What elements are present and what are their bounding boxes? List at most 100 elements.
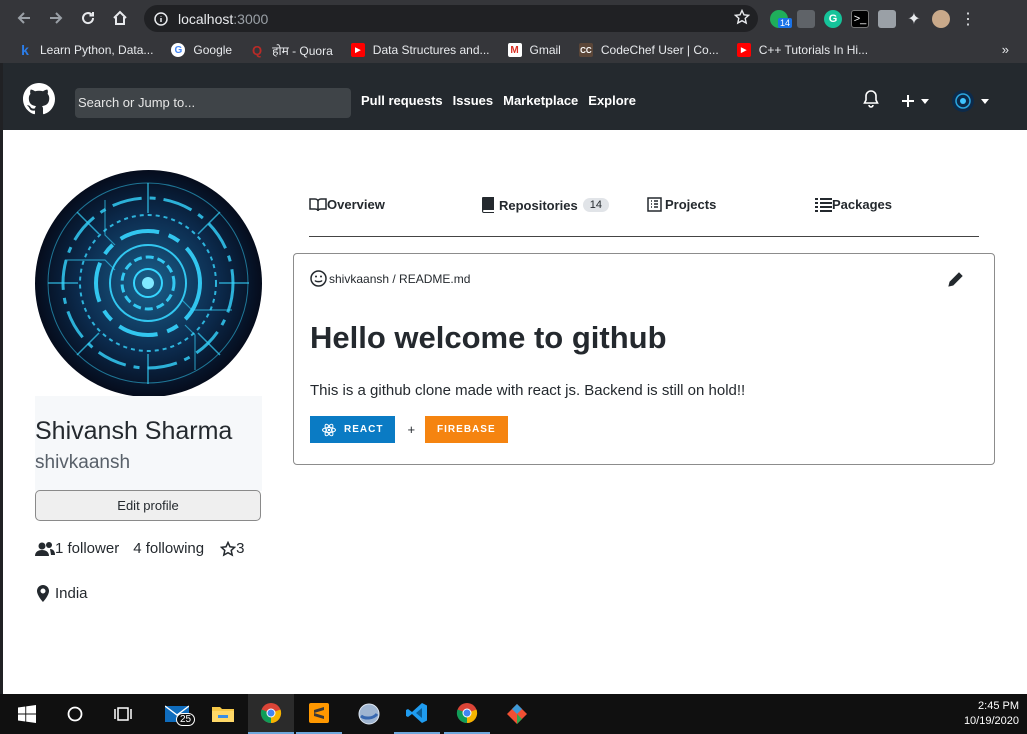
bookmark-label: Gmail — [529, 43, 561, 57]
youtube-favicon-icon: ▶ — [736, 43, 751, 57]
followers-link[interactable]: 1 follower — [55, 540, 119, 557]
bookmark-label: Data Structures and... — [372, 43, 490, 57]
tab-label: Repositories — [499, 197, 578, 213]
chrome-app-icon[interactable] — [248, 694, 294, 734]
file-explorer-icon[interactable] — [200, 694, 246, 734]
bookmark-item[interactable]: Q होम - Quora — [250, 42, 333, 59]
clock-date: 10/19/2020 — [963, 715, 1019, 727]
profile-full-name: Shivansh Sharma — [35, 417, 233, 445]
nav-marketplace[interactable]: Marketplace — [503, 93, 578, 108]
mail-badge: 25 — [176, 713, 196, 726]
more-menu-icon[interactable]: ⋮ — [959, 10, 977, 28]
location-pin-icon — [37, 585, 49, 602]
project-board-icon — [647, 197, 662, 212]
bookmark-label: होम - Quora — [272, 43, 333, 58]
vscode-icon[interactable] — [394, 694, 440, 734]
tab-label: Packages — [832, 197, 892, 212]
follow-stats: 1 follower 4 following 3 — [35, 540, 244, 557]
tab-label: Overview — [327, 197, 385, 212]
github-search-input[interactable]: Search or Jump to... — [75, 88, 351, 118]
home-icon[interactable] — [106, 4, 134, 32]
youtube-favicon-icon: ▶ — [350, 43, 365, 57]
bell-icon[interactable] — [863, 89, 879, 113]
quora-favicon-icon: Q — [252, 42, 263, 58]
tech-badges: REACT + FIREBASE — [310, 416, 508, 443]
chrome-profile-icon[interactable] — [444, 694, 490, 734]
profile-avatar[interactable] — [932, 9, 950, 28]
user-avatar-icon — [952, 90, 974, 112]
windows-taskbar: 25 2:45 PM 10/19/2020 — [0, 694, 1027, 734]
readme-card: shivkaansh / README.md Hello welcome to … — [293, 253, 995, 465]
whatsapp-extension-icon[interactable]: 14 — [770, 9, 793, 28]
readme-path[interactable]: shivkaansh / README.md — [329, 272, 470, 286]
create-new-dropdown[interactable] — [901, 94, 929, 108]
bookmark-star-icon[interactable] — [733, 8, 751, 30]
browser-toolbar: localhost:3000 14 G >_ ✦ ⋮ — [0, 0, 1027, 37]
bookmark-label: CodeChef User | Co... — [600, 43, 719, 57]
info-icon[interactable] — [154, 11, 168, 26]
bookmark-label: Google — [193, 43, 233, 57]
profile-avatar-image — [35, 170, 262, 397]
smiley-icon — [310, 270, 327, 287]
grammarly-extension-icon[interactable]: G — [824, 9, 842, 28]
windows-start-icon[interactable] — [4, 694, 50, 734]
extensions-menu-icon[interactable]: ✦ — [905, 10, 923, 28]
app-globe-icon[interactable] — [346, 694, 392, 734]
back-icon[interactable] — [10, 4, 38, 32]
tab-projects[interactable]: Projects — [647, 197, 716, 212]
tab-overview[interactable]: Overview — [309, 197, 385, 212]
bookmark-label: C++ Tutorials In Hi... — [758, 43, 869, 57]
cortana-icon[interactable] — [52, 694, 98, 734]
reload-icon[interactable] — [74, 4, 102, 32]
bookmark-item[interactable]: ▶ Data Structures and... — [350, 43, 490, 57]
repo-count-badge: 14 — [582, 198, 609, 212]
url-host: localhost — [178, 10, 234, 27]
taskbar-clock[interactable]: 2:45 PM 10/19/2020 — [964, 699, 1019, 729]
url-port: :3000 — [233, 10, 269, 27]
git-app-icon[interactable] — [494, 694, 540, 734]
react-badge: REACT — [310, 416, 396, 443]
nav-issues[interactable]: Issues — [453, 93, 493, 108]
bookmark-label: Learn Python, Data... — [40, 43, 154, 57]
mail-app-icon[interactable]: 25 — [154, 694, 200, 734]
extensions-area: 14 G >_ ✦ ⋮ — [770, 0, 977, 37]
profile-tabs: Overview Repositories 14 Projects Packag… — [309, 195, 979, 237]
people-icon — [35, 541, 55, 556]
task-view-icon[interactable] — [100, 694, 146, 734]
following-link[interactable]: 4 following — [133, 540, 204, 557]
terminal-extension-icon[interactable]: >_ — [851, 9, 869, 28]
sublime-text-icon[interactable] — [296, 694, 342, 734]
puzzle-extension-icon[interactable] — [878, 9, 896, 28]
edit-profile-button[interactable]: Edit profile — [35, 490, 261, 521]
readme-header: shivkaansh / README.md — [310, 270, 470, 287]
github-header: Search or Jump to... Pull requests Issue… — [3, 63, 1027, 130]
list-icon — [815, 197, 832, 212]
stars-count[interactable]: 3 — [236, 540, 244, 557]
clipboard-extension-icon[interactable] — [797, 9, 815, 28]
plus-icon — [902, 95, 914, 107]
header-actions — [863, 89, 989, 113]
clock-time: 2:45 PM — [978, 700, 1019, 712]
tab-packages[interactable]: Packages — [815, 197, 892, 212]
bookmark-item[interactable]: ▶ C++ Tutorials In Hi... — [736, 43, 869, 57]
bookmark-item[interactable]: k Learn Python, Data... — [18, 42, 154, 58]
nav-explore[interactable]: Explore — [588, 93, 636, 108]
forward-icon[interactable] — [42, 4, 70, 32]
nav-pull-requests[interactable]: Pull requests — [361, 93, 443, 108]
star-icon — [220, 540, 237, 556]
tab-repositories[interactable]: Repositories 14 — [481, 197, 609, 213]
github-logo-icon[interactable] — [23, 83, 55, 115]
user-menu-dropdown[interactable] — [951, 89, 989, 113]
book-open-icon — [309, 197, 327, 211]
google-favicon-icon: G — [171, 43, 186, 57]
bookmarks-bar: k Learn Python, Data... G Google Q होम - Qu… — [0, 37, 1027, 63]
github-nav: Pull requests Issues Marketplace Explore — [361, 93, 636, 108]
edit-pencil-icon[interactable] — [948, 271, 964, 292]
bookmarks-overflow-icon[interactable]: » — [1002, 42, 1009, 57]
address-bar[interactable]: localhost:3000 — [144, 5, 758, 32]
bookmark-item[interactable]: M Gmail — [507, 43, 561, 57]
bookmark-item[interactable]: G Google — [171, 43, 232, 57]
repo-icon — [482, 197, 494, 213]
firebase-badge: FIREBASE — [425, 416, 508, 443]
bookmark-item[interactable]: CC CodeChef User | Co... — [578, 43, 719, 57]
